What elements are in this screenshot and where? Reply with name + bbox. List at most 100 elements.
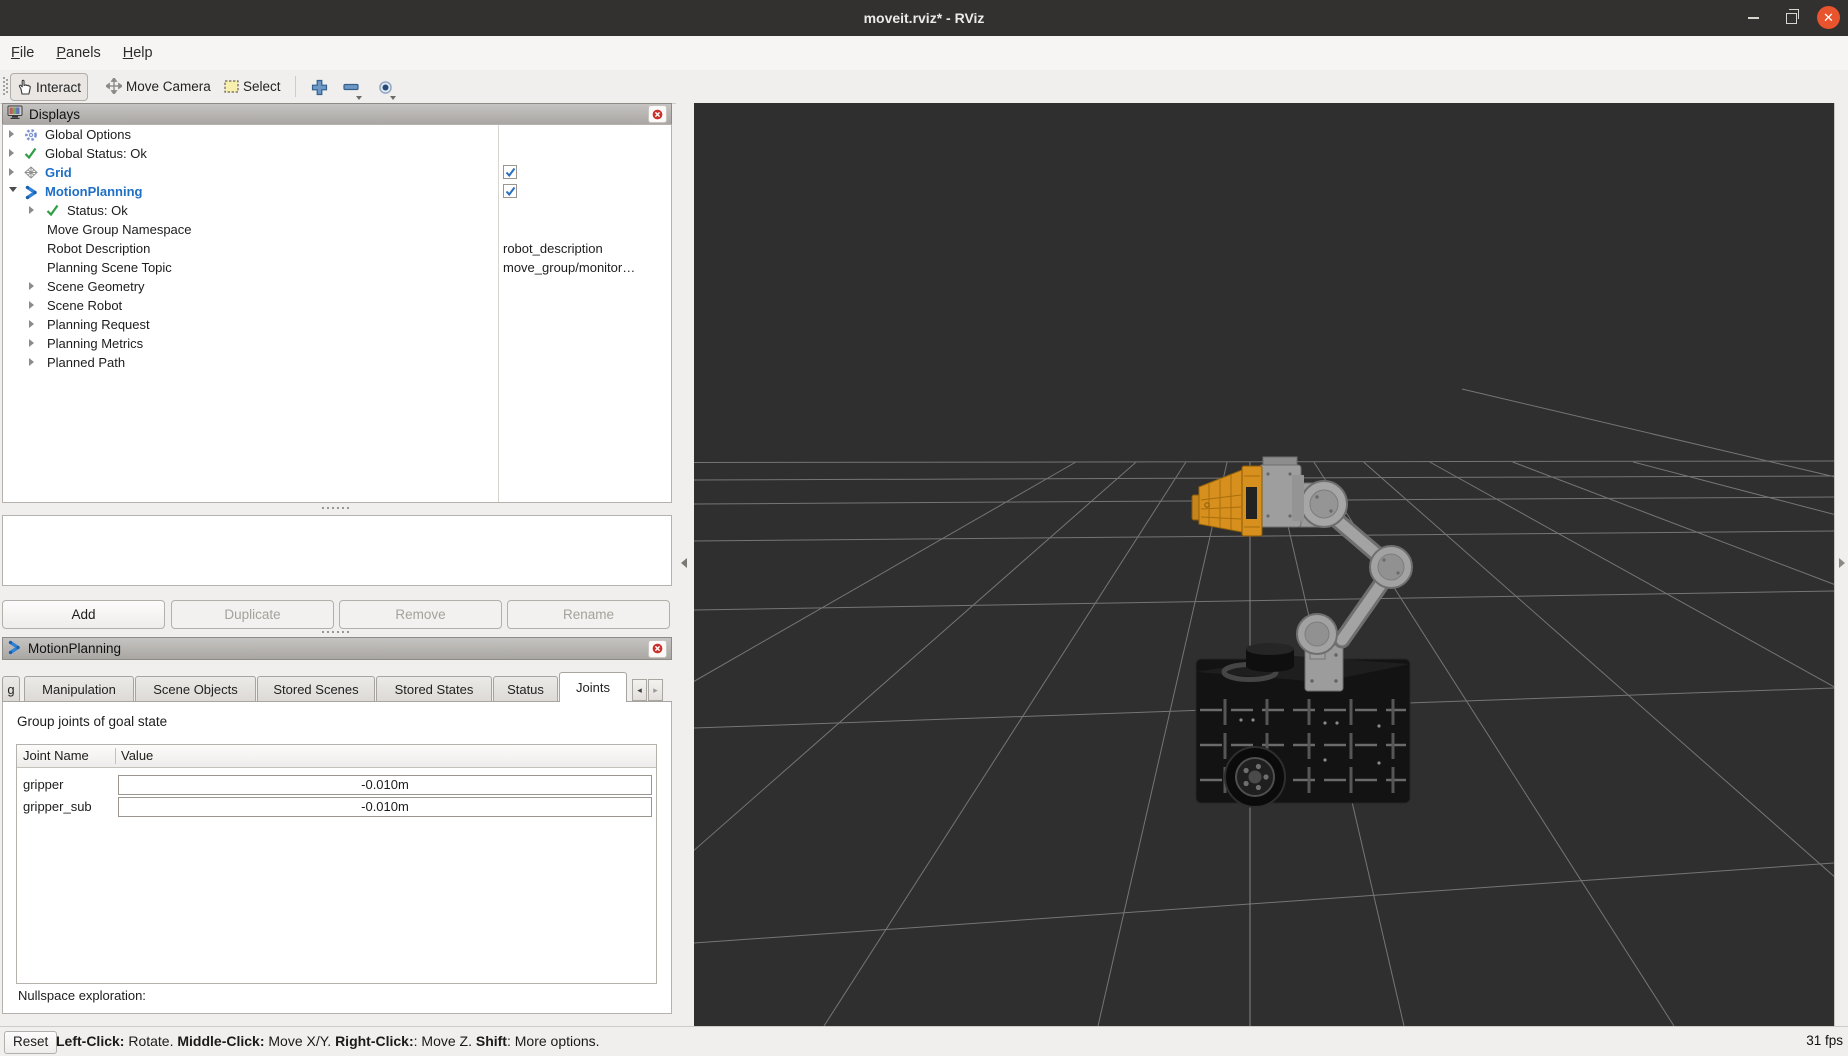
- motionplanning-panel-header[interactable]: MotionPlanning: [2, 637, 672, 660]
- window-title: moveit.rviz* - RViz: [0, 0, 1848, 36]
- collapse-left-icon[interactable]: [681, 558, 687, 568]
- tree-row[interactable]: Planning Request: [3, 315, 671, 334]
- expander-open-icon[interactable]: [9, 187, 17, 192]
- display-description-box: [2, 515, 672, 586]
- tab-status[interactable]: Status: [493, 676, 558, 702]
- tree-row[interactable]: Move Group Namespace: [3, 220, 671, 239]
- tree-row[interactable]: Scene Geometry: [3, 277, 671, 296]
- panel-splitter-handle-2[interactable]: [322, 631, 324, 633]
- close-button[interactable]: ✕: [1817, 6, 1840, 29]
- tree-row[interactable]: Scene Robot: [3, 296, 671, 315]
- close-icon: ✕: [1823, 6, 1834, 29]
- tree-row-label: Status: Ok: [67, 201, 128, 220]
- menubar: FilePanelsHelp: [0, 36, 1848, 70]
- dropdown-caret-icon[interactable]: [390, 96, 396, 100]
- focus-icon: [378, 80, 393, 95]
- expander-closed-icon[interactable]: [29, 339, 34, 347]
- expander-closed-icon[interactable]: [9, 168, 14, 176]
- enabled-checkbox[interactable]: [503, 165, 517, 179]
- joint-value-field[interactable]: -0.010m: [118, 775, 652, 795]
- tree-row[interactable]: Planned Path: [3, 353, 671, 372]
- focus-camera-tool[interactable]: [374, 76, 396, 98]
- remove-display-button: Remove: [339, 600, 502, 629]
- col-value[interactable]: Value: [121, 745, 153, 767]
- tree-row[interactable]: MotionPlanning: [3, 182, 671, 201]
- tree-row-value[interactable]: robot_description: [503, 239, 603, 258]
- tree-row-label: Move Group Namespace: [47, 220, 192, 239]
- expander-closed-icon[interactable]: [29, 320, 34, 328]
- tree-row-label: Scene Robot: [47, 296, 122, 315]
- robot-model[interactable]: [1192, 457, 1412, 807]
- dock-splitter-left[interactable]: [676, 103, 694, 1026]
- expander-closed-icon[interactable]: [29, 206, 34, 214]
- render-viewport[interactable]: [694, 103, 1834, 1026]
- hand-icon: [17, 79, 32, 95]
- reset-button[interactable]: Reset: [4, 1031, 57, 1054]
- displays-panel-title: Displays: [29, 107, 80, 122]
- tree-row-label: Planning Scene Topic: [47, 258, 172, 277]
- expander-closed-icon[interactable]: [29, 358, 34, 366]
- tab-g[interactable]: g: [2, 676, 20, 702]
- enabled-checkbox[interactable]: [503, 184, 517, 198]
- joint-value-field[interactable]: -0.010m: [118, 797, 652, 817]
- motionplanning-close-button[interactable]: [648, 640, 667, 658]
- tree-row-value[interactable]: move_group/monitor…: [503, 258, 635, 277]
- hint-key: Left-Click:: [56, 1033, 124, 1049]
- tree-row[interactable]: Robot Description robot_description: [3, 239, 671, 258]
- motionplanning-panel-title: MotionPlanning: [28, 641, 121, 656]
- expander-closed-icon[interactable]: [9, 130, 14, 138]
- tab-scene-objects[interactable]: Scene Objects: [135, 676, 256, 702]
- menu-help[interactable]: Help: [112, 36, 164, 70]
- tab-manipulation[interactable]: Manipulation: [24, 676, 134, 702]
- tool-select[interactable]: Select: [218, 73, 287, 99]
- tab-scroll-left-icon[interactable]: ◂: [632, 679, 647, 701]
- expander-closed-icon[interactable]: [29, 301, 34, 309]
- check-icon: [24, 147, 37, 160]
- zoom-in-tool[interactable]: [308, 76, 330, 98]
- titlebar[interactable]: moveit.rviz* - RViz ✕: [0, 0, 1848, 36]
- tool-label: Interact: [36, 80, 81, 95]
- tree-row-label: Robot Description: [47, 239, 150, 258]
- joints-heading: Group joints of goal state: [17, 714, 167, 729]
- checkmark-icon: [505, 186, 516, 197]
- tree-row[interactable]: Planning Scene Topic move_group/monitor…: [3, 258, 671, 277]
- joint-name-cell[interactable]: gripper_sub: [23, 797, 92, 817]
- tree-row[interactable]: Planning Metrics: [3, 334, 671, 353]
- tree-row-label: Planning Request: [47, 315, 150, 334]
- displays-close-button[interactable]: [648, 105, 667, 123]
- minimize-button[interactable]: [1742, 7, 1764, 29]
- tab-stored-scenes[interactable]: Stored Scenes: [257, 676, 375, 702]
- toolbar-drag-handle[interactable]: [3, 77, 5, 79]
- tree-row[interactable]: Grid: [3, 163, 671, 182]
- hint-text: Rotate.: [124, 1033, 177, 1049]
- collapse-right-icon[interactable]: [1839, 558, 1845, 568]
- gear-icon: [24, 128, 38, 142]
- statusbar: Reset Left-Click: Rotate. Middle-Click: …: [0, 1026, 1848, 1056]
- tool-interact[interactable]: Interact: [10, 73, 88, 101]
- hint-text: Move X/Y.: [265, 1033, 336, 1049]
- expander-closed-icon[interactable]: [29, 282, 34, 290]
- hint-key: Right-Click:: [335, 1033, 414, 1049]
- joint-name-cell[interactable]: gripper: [23, 775, 63, 795]
- tool-move-camera[interactable]: Move Camera: [100, 73, 217, 99]
- panel-splitter-handle[interactable]: [322, 507, 324, 509]
- panel-close-icon: [651, 108, 664, 121]
- tab-scroll-right-icon[interactable]: ▸: [648, 679, 663, 701]
- tab-joints[interactable]: Joints: [559, 672, 627, 702]
- tree-row[interactable]: Status: Ok: [3, 201, 671, 220]
- dock-splitter-right[interactable]: [1834, 103, 1848, 1026]
- menu-panels[interactable]: Panels: [45, 36, 111, 70]
- restore-button[interactable]: [1780, 7, 1802, 29]
- dropdown-caret-icon[interactable]: [356, 96, 362, 100]
- displays-panel-header[interactable]: Displays: [2, 103, 672, 125]
- add-display-button[interactable]: Add: [2, 600, 165, 629]
- col-joint-name[interactable]: Joint Name: [23, 745, 89, 767]
- expander-closed-icon[interactable]: [9, 149, 14, 157]
- motion-icon: [7, 640, 22, 655]
- tree-row[interactable]: Global Status: Ok: [3, 144, 671, 163]
- zoom-out-tool[interactable]: [340, 76, 362, 98]
- menu-file[interactable]: File: [0, 36, 45, 70]
- tree-row[interactable]: Global Options: [3, 125, 671, 144]
- motion-icon: [24, 185, 39, 200]
- tab-stored-states[interactable]: Stored States: [376, 676, 492, 702]
